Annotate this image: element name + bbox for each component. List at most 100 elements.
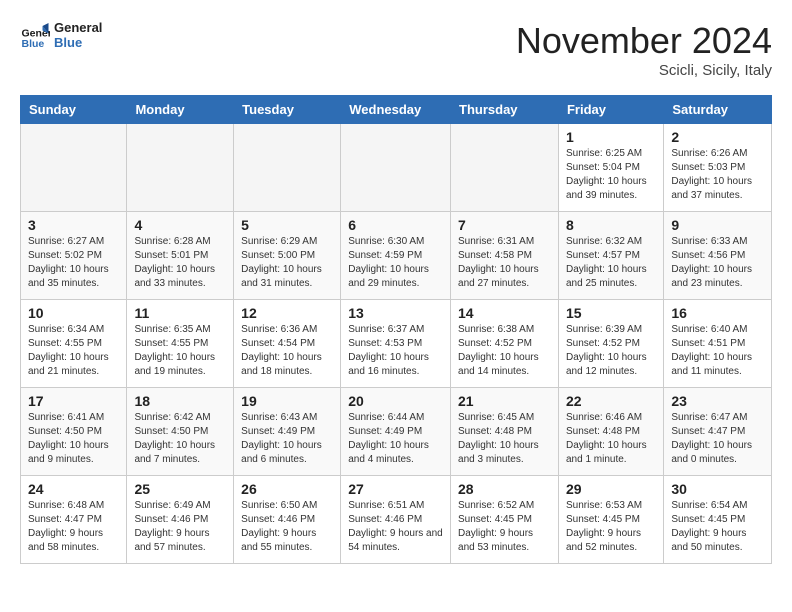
day-number: 15 bbox=[566, 305, 656, 321]
day-number: 5 bbox=[241, 217, 333, 233]
calendar-cell: 23 Sunrise: 6:47 AM Sunset: 4:47 PM Dayl… bbox=[664, 388, 772, 476]
weekday-header: Monday bbox=[127, 96, 234, 124]
day-number: 11 bbox=[134, 305, 226, 321]
day-info: Sunrise: 6:45 AM Sunset: 4:48 PM Dayligh… bbox=[458, 411, 551, 467]
sunrise-label: Sunrise: 6:36 AM bbox=[241, 324, 317, 335]
sunrise-label: Sunrise: 6:32 AM bbox=[566, 236, 642, 247]
day-info: Sunrise: 6:43 AM Sunset: 4:49 PM Dayligh… bbox=[241, 411, 333, 467]
day-number: 28 bbox=[458, 481, 551, 497]
calendar-week-row: 3 Sunrise: 6:27 AM Sunset: 5:02 PM Dayli… bbox=[21, 212, 772, 300]
sunset-label: Sunset: 4:58 PM bbox=[458, 250, 532, 261]
day-info: Sunrise: 6:48 AM Sunset: 4:47 PM Dayligh… bbox=[28, 499, 119, 555]
daylight-label: Daylight: 9 hours and 57 minutes. bbox=[134, 528, 209, 553]
day-number: 29 bbox=[566, 481, 656, 497]
sunset-label: Sunset: 4:51 PM bbox=[671, 338, 745, 349]
daylight-label: Daylight: 9 hours and 53 minutes. bbox=[458, 528, 533, 553]
daylight-label: Daylight: 10 hours and 11 minutes. bbox=[671, 352, 752, 377]
daylight-label: Daylight: 10 hours and 18 minutes. bbox=[241, 352, 322, 377]
day-number: 1 bbox=[566, 129, 656, 145]
sunrise-label: Sunrise: 6:46 AM bbox=[566, 412, 642, 423]
sunrise-label: Sunrise: 6:45 AM bbox=[458, 412, 534, 423]
calendar-week-row: 24 Sunrise: 6:48 AM Sunset: 4:47 PM Dayl… bbox=[21, 476, 772, 564]
day-number: 8 bbox=[566, 217, 656, 233]
day-info: Sunrise: 6:34 AM Sunset: 4:55 PM Dayligh… bbox=[28, 323, 119, 379]
sunrise-label: Sunrise: 6:40 AM bbox=[671, 324, 747, 335]
sunrise-label: Sunrise: 6:47 AM bbox=[671, 412, 747, 423]
sunset-label: Sunset: 5:03 PM bbox=[671, 162, 745, 173]
weekday-header: Thursday bbox=[451, 96, 559, 124]
day-number: 23 bbox=[671, 393, 764, 409]
sunset-label: Sunset: 4:57 PM bbox=[566, 250, 640, 261]
sunrise-label: Sunrise: 6:28 AM bbox=[134, 236, 210, 247]
day-info: Sunrise: 6:49 AM Sunset: 4:46 PM Dayligh… bbox=[134, 499, 226, 555]
weekday-header: Saturday bbox=[664, 96, 772, 124]
sunrise-label: Sunrise: 6:49 AM bbox=[134, 500, 210, 511]
sunset-label: Sunset: 4:45 PM bbox=[671, 514, 745, 525]
sunrise-label: Sunrise: 6:33 AM bbox=[671, 236, 747, 247]
day-info: Sunrise: 6:39 AM Sunset: 4:52 PM Dayligh… bbox=[566, 323, 656, 379]
daylight-label: Daylight: 10 hours and 33 minutes. bbox=[134, 264, 215, 289]
sunset-label: Sunset: 5:01 PM bbox=[134, 250, 208, 261]
weekday-header: Tuesday bbox=[234, 96, 341, 124]
day-info: Sunrise: 6:27 AM Sunset: 5:02 PM Dayligh… bbox=[28, 235, 119, 291]
daylight-label: Daylight: 9 hours and 55 minutes. bbox=[241, 528, 316, 553]
sunset-label: Sunset: 5:02 PM bbox=[28, 250, 102, 261]
daylight-label: Daylight: 9 hours and 54 minutes. bbox=[348, 528, 443, 553]
day-info: Sunrise: 6:40 AM Sunset: 4:51 PM Dayligh… bbox=[671, 323, 764, 379]
sunrise-label: Sunrise: 6:41 AM bbox=[28, 412, 104, 423]
calendar-week-row: 17 Sunrise: 6:41 AM Sunset: 4:50 PM Dayl… bbox=[21, 388, 772, 476]
calendar-cell: 21 Sunrise: 6:45 AM Sunset: 4:48 PM Dayl… bbox=[451, 388, 559, 476]
calendar-cell: 2 Sunrise: 6:26 AM Sunset: 5:03 PM Dayli… bbox=[664, 124, 772, 212]
sunset-label: Sunset: 4:50 PM bbox=[134, 426, 208, 437]
daylight-label: Daylight: 10 hours and 39 minutes. bbox=[566, 176, 647, 201]
sunrise-label: Sunrise: 6:51 AM bbox=[348, 500, 424, 511]
day-info: Sunrise: 6:44 AM Sunset: 4:49 PM Dayligh… bbox=[348, 411, 443, 467]
calendar: SundayMondayTuesdayWednesdayThursdayFrid… bbox=[20, 95, 772, 564]
day-number: 19 bbox=[241, 393, 333, 409]
daylight-label: Daylight: 9 hours and 52 minutes. bbox=[566, 528, 641, 553]
sunrise-label: Sunrise: 6:26 AM bbox=[671, 148, 747, 159]
day-number: 12 bbox=[241, 305, 333, 321]
weekday-header: Sunday bbox=[21, 96, 127, 124]
day-number: 25 bbox=[134, 481, 226, 497]
day-info: Sunrise: 6:50 AM Sunset: 4:46 PM Dayligh… bbox=[241, 499, 333, 555]
logo-icon: General Blue bbox=[20, 20, 50, 50]
day-number: 22 bbox=[566, 393, 656, 409]
daylight-label: Daylight: 10 hours and 3 minutes. bbox=[458, 440, 539, 465]
daylight-label: Daylight: 10 hours and 6 minutes. bbox=[241, 440, 322, 465]
sunset-label: Sunset: 4:47 PM bbox=[671, 426, 745, 437]
sunset-label: Sunset: 4:55 PM bbox=[28, 338, 102, 349]
sunset-label: Sunset: 4:47 PM bbox=[28, 514, 102, 525]
sunset-label: Sunset: 4:53 PM bbox=[348, 338, 422, 349]
sunrise-label: Sunrise: 6:29 AM bbox=[241, 236, 317, 247]
calendar-cell: 11 Sunrise: 6:35 AM Sunset: 4:55 PM Dayl… bbox=[127, 300, 234, 388]
sunrise-label: Sunrise: 6:43 AM bbox=[241, 412, 317, 423]
sunrise-label: Sunrise: 6:44 AM bbox=[348, 412, 424, 423]
sunrise-label: Sunrise: 6:35 AM bbox=[134, 324, 210, 335]
day-info: Sunrise: 6:38 AM Sunset: 4:52 PM Dayligh… bbox=[458, 323, 551, 379]
day-info: Sunrise: 6:36 AM Sunset: 4:54 PM Dayligh… bbox=[241, 323, 333, 379]
sunset-label: Sunset: 4:56 PM bbox=[671, 250, 745, 261]
day-number: 4 bbox=[134, 217, 226, 233]
calendar-cell bbox=[234, 124, 341, 212]
sunset-label: Sunset: 4:52 PM bbox=[458, 338, 532, 349]
calendar-cell: 14 Sunrise: 6:38 AM Sunset: 4:52 PM Dayl… bbox=[451, 300, 559, 388]
sunrise-label: Sunrise: 6:53 AM bbox=[566, 500, 642, 511]
sunrise-label: Sunrise: 6:30 AM bbox=[348, 236, 424, 247]
sunrise-label: Sunrise: 6:39 AM bbox=[566, 324, 642, 335]
day-info: Sunrise: 6:46 AM Sunset: 4:48 PM Dayligh… bbox=[566, 411, 656, 467]
calendar-cell: 4 Sunrise: 6:28 AM Sunset: 5:01 PM Dayli… bbox=[127, 212, 234, 300]
calendar-cell: 7 Sunrise: 6:31 AM Sunset: 4:58 PM Dayli… bbox=[451, 212, 559, 300]
calendar-cell: 20 Sunrise: 6:44 AM Sunset: 4:49 PM Dayl… bbox=[341, 388, 451, 476]
calendar-cell: 8 Sunrise: 6:32 AM Sunset: 4:57 PM Dayli… bbox=[558, 212, 663, 300]
calendar-cell: 19 Sunrise: 6:43 AM Sunset: 4:49 PM Dayl… bbox=[234, 388, 341, 476]
daylight-label: Daylight: 10 hours and 1 minute. bbox=[566, 440, 647, 465]
sunrise-label: Sunrise: 6:31 AM bbox=[458, 236, 534, 247]
daylight-label: Daylight: 10 hours and 14 minutes. bbox=[458, 352, 539, 377]
sunset-label: Sunset: 4:59 PM bbox=[348, 250, 422, 261]
sunrise-label: Sunrise: 6:37 AM bbox=[348, 324, 424, 335]
sunrise-label: Sunrise: 6:42 AM bbox=[134, 412, 210, 423]
day-info: Sunrise: 6:42 AM Sunset: 4:50 PM Dayligh… bbox=[134, 411, 226, 467]
calendar-cell: 25 Sunrise: 6:49 AM Sunset: 4:46 PM Dayl… bbox=[127, 476, 234, 564]
daylight-label: Daylight: 10 hours and 37 minutes. bbox=[671, 176, 752, 201]
